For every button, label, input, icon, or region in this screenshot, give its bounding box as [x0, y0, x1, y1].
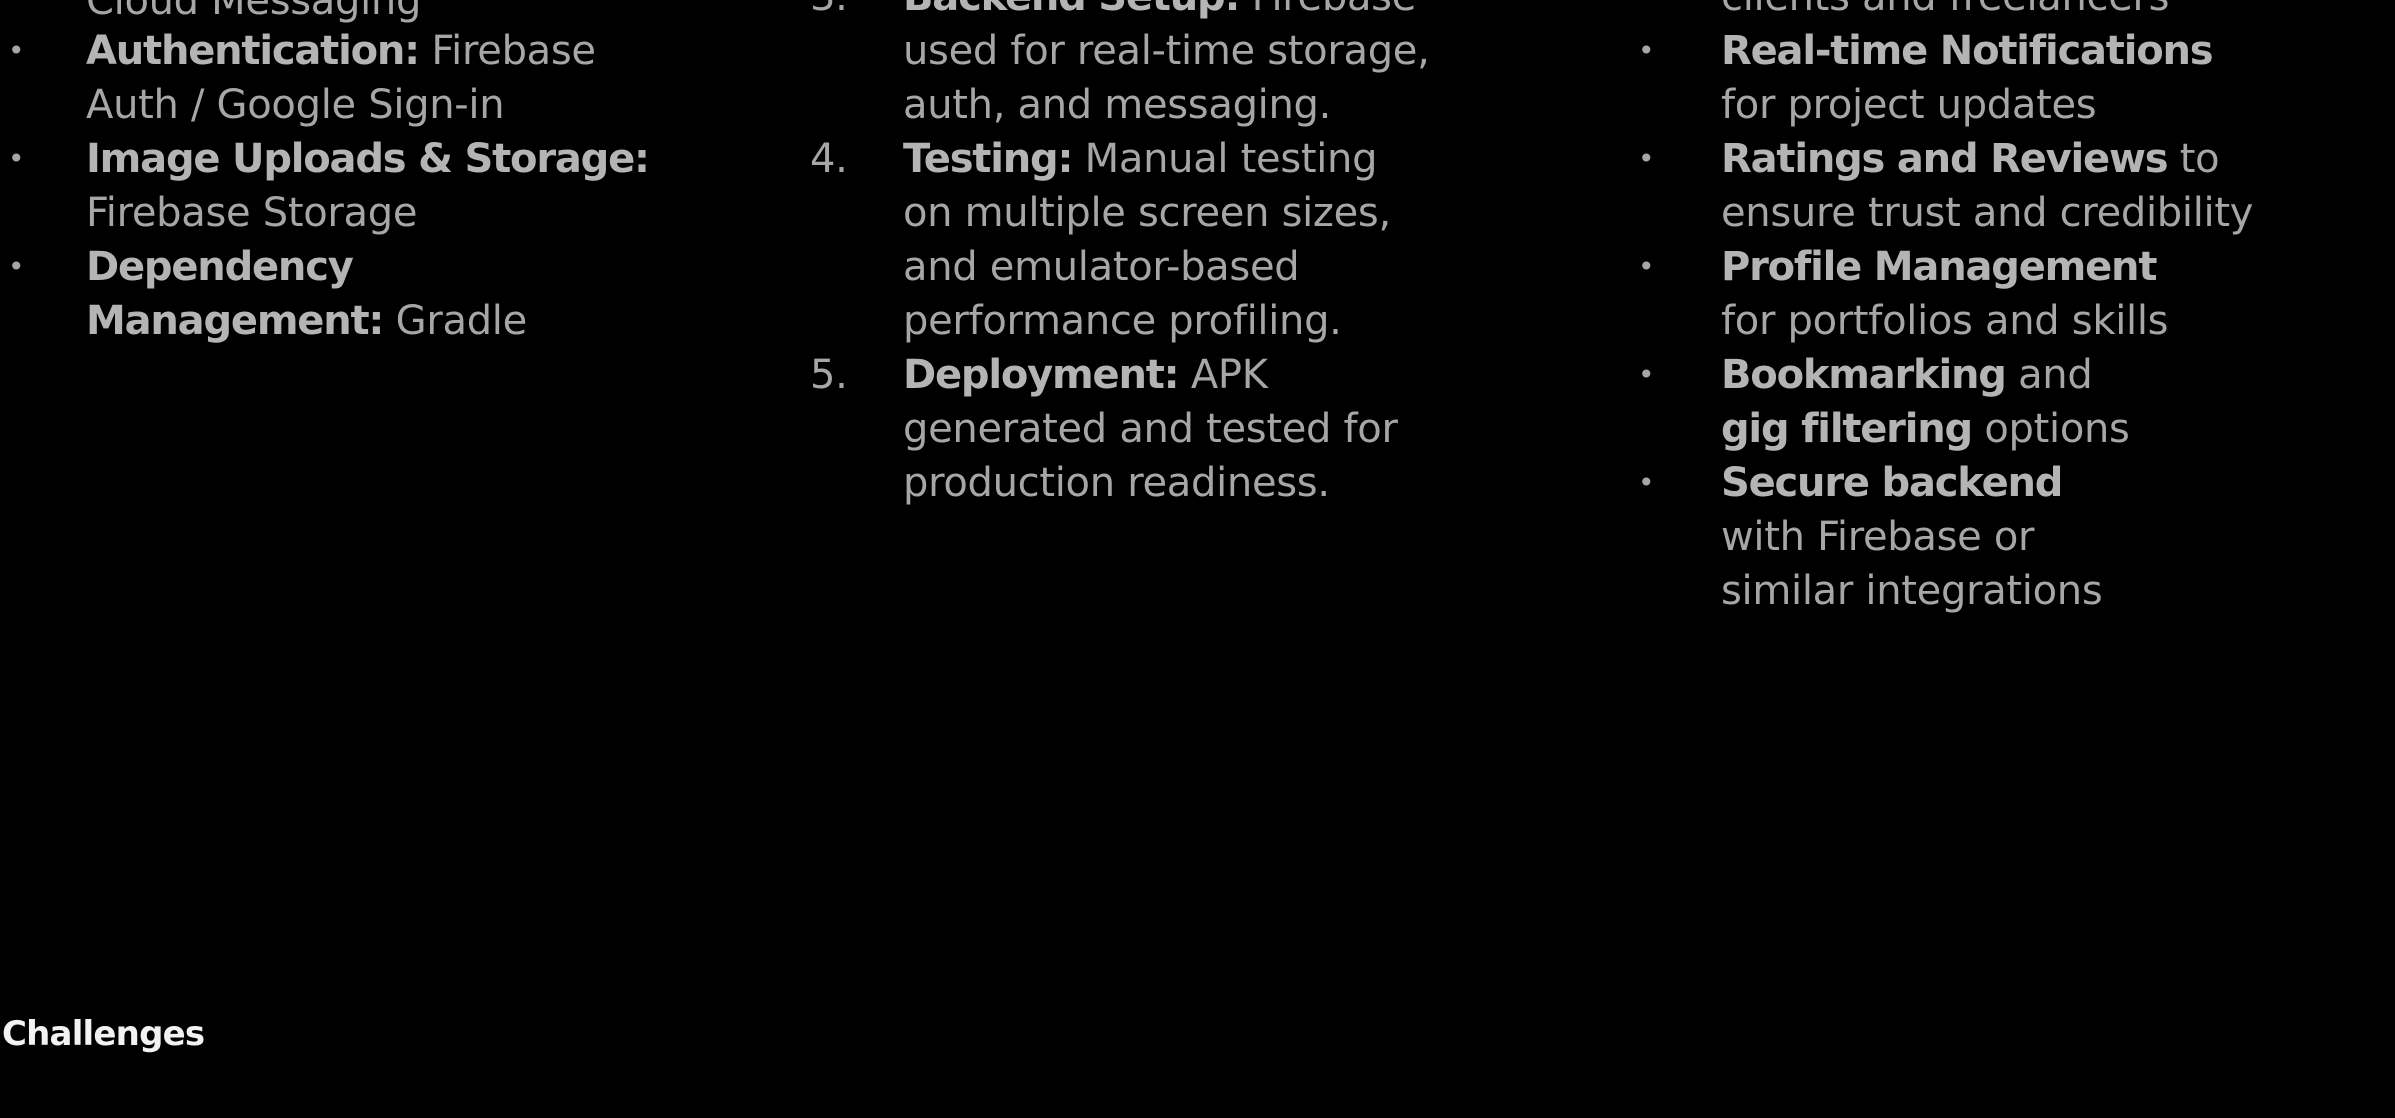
item-text: Bookmarking and gig filtering options — [1721, 352, 2130, 452]
bullet-icon: • — [8, 142, 25, 175]
item-text: Real-time Notifications for project upda… — [1721, 28, 2214, 128]
list-number: 5. — [810, 352, 848, 398]
bullet-icon: • — [1638, 466, 1655, 499]
section-heading-challenges: Challenges — [2, 1014, 205, 1054]
bullet-icon: • — [1638, 358, 1655, 391]
bullet-icon: • — [1638, 142, 1655, 175]
list-number: 3. — [810, 0, 848, 24]
list-number: 4. — [810, 136, 848, 182]
item-text: Testing: Manual testing on multiple scre… — [903, 136, 1391, 344]
bullet-icon: • — [8, 250, 25, 283]
item-text: Image Uploads & Storage: Firebase Storag… — [86, 136, 650, 236]
item-text: Profile Management for portfolios and sk… — [1721, 244, 2169, 344]
item-text: Deployment: APK generated and tested for… — [903, 352, 1398, 506]
item-text: Dependency Management: Gradle — [86, 244, 527, 344]
item-text: Backend Setup: Firebase used for real-ti… — [903, 0, 1430, 128]
item-text: Authentication: Firebase Auth / Google S… — [86, 28, 596, 128]
bullet-icon: • — [8, 34, 25, 67]
item-text: Ratings and Reviews to ensure trust and … — [1721, 136, 2254, 236]
item-text: clients and freelancers — [1721, 0, 2170, 24]
bullet-icon: • — [1638, 34, 1655, 67]
item-text: Secure backend with Firebase or similar … — [1721, 460, 2103, 614]
bullet-icon: • — [1638, 250, 1655, 283]
